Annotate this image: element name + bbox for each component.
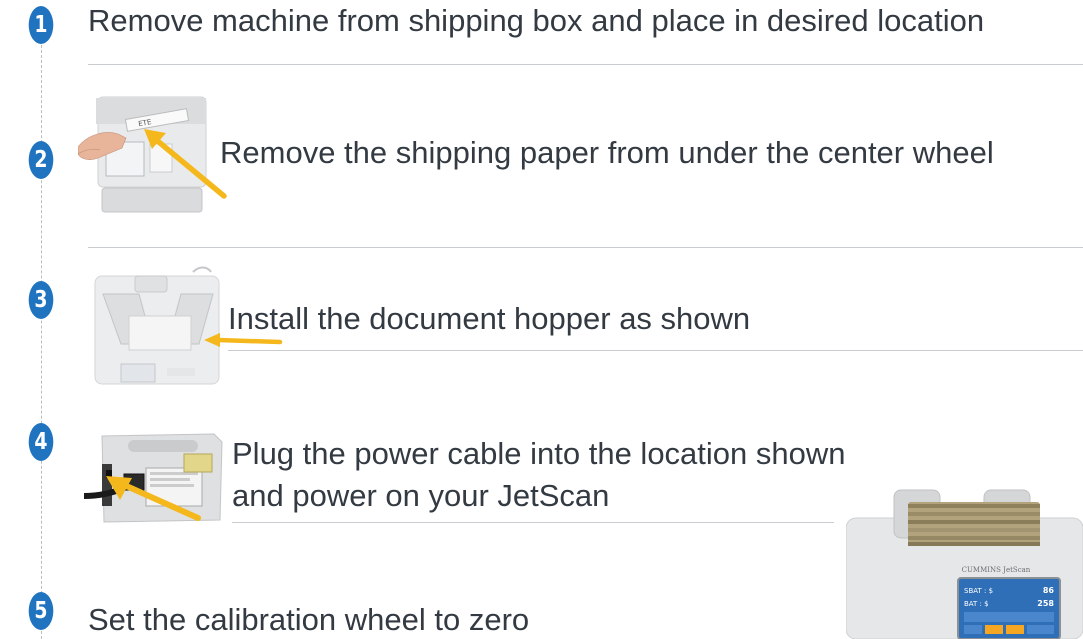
setup-instructions-page: 1 Remove machine from shipping box and p… bbox=[0, 0, 1083, 639]
jetscan-screen-row-1-label: SBAT : $ bbox=[964, 587, 993, 595]
step-4-text-line-1: Plug the power cable into the location s… bbox=[232, 436, 846, 471]
step-1-divider bbox=[88, 64, 1083, 65]
jetscan-brand-label: CUMMINS JetScan bbox=[962, 566, 1031, 574]
step-3-hopper-photo bbox=[94, 266, 220, 385]
step-3-divider bbox=[228, 350, 1083, 351]
step-2-number: 2 bbox=[34, 147, 48, 173]
step-4-text-line-2: and power on your JetScan bbox=[232, 478, 610, 513]
step-5-badge: 5 bbox=[28, 592, 54, 630]
step-3-badge: 3 bbox=[28, 281, 54, 319]
step-2-badge: 2 bbox=[28, 141, 54, 179]
step-5-number: 5 bbox=[34, 598, 48, 624]
step-2-text: Remove the shipping paper from under the… bbox=[220, 135, 994, 170]
jetscan-screen-row-1-value: 86 bbox=[1043, 586, 1055, 595]
jetscan-screen-row-2-label: BAT : $ bbox=[964, 600, 989, 608]
step-4-number: 4 bbox=[34, 429, 48, 455]
step-2-divider bbox=[88, 247, 1083, 248]
step-1-badge: 1 bbox=[28, 6, 54, 44]
step-3-number: 3 bbox=[34, 287, 48, 313]
step-1-number: 1 bbox=[34, 12, 48, 38]
step-4-badge: 4 bbox=[28, 423, 54, 461]
jetscan-screen-row-2-value: 258 bbox=[1037, 599, 1054, 608]
step-5-text: Set the calibration wheel to zero bbox=[88, 602, 530, 637]
step-1-text: Remove machine from shipping box and pla… bbox=[88, 3, 985, 38]
step-4-arrow-icon bbox=[106, 476, 201, 521]
step-4-divider bbox=[232, 522, 834, 523]
step-3-text: Install the document hopper as shown bbox=[228, 301, 751, 336]
jetscan-product-photo: CUMMINS JetScan SBAT : $ 86 BAT : $ 258 bbox=[846, 489, 1083, 639]
step-2-arrow-icon bbox=[144, 129, 227, 199]
step-timeline-line bbox=[41, 40, 42, 639]
